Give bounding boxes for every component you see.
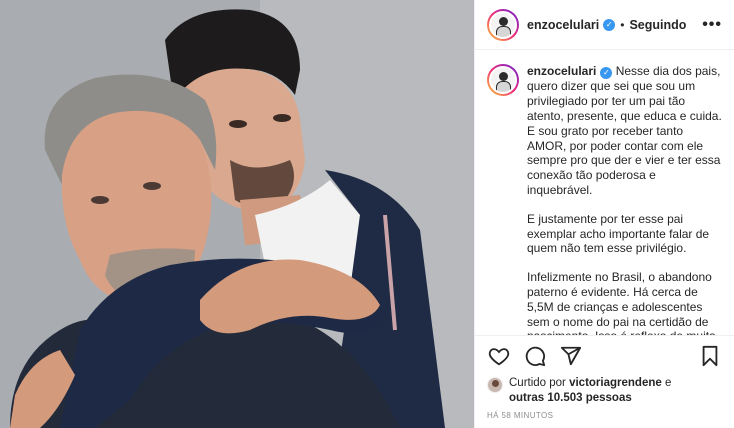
photo-illustration [0,0,474,428]
author-avatar-image [489,10,517,39]
comment-icon[interactable] [523,344,547,368]
action-bar [487,344,722,368]
post-timestamp[interactable]: HÁ 58 MINUTOS [487,411,722,420]
instagram-post: enzocelulari ✓ • Seguindo ••• enzocelula… [0,0,734,428]
post-header: enzocelulari ✓ • Seguindo ••• [475,0,734,50]
verified-badge-icon: ✓ [600,67,613,80]
likes-summary: Curtido por victoriagrendene e outras 10… [487,376,722,405]
likes-count-link[interactable]: outras 10.503 pessoas [509,392,632,404]
avatar-head-shape [499,16,508,26]
likes-connector: e [664,377,672,389]
avatar-head-shape [499,72,508,81]
caption-paragraph-2: E justamente por ter esse pai exemplar a… [527,211,710,256]
verified-badge-icon: ✓ [603,18,616,31]
post-actions-section: Curtido por victoriagrendene e outras 10… [475,335,734,428]
caption-avatar-image [489,66,517,94]
post-side-panel: enzocelulari ✓ • Seguindo ••• enzocelula… [474,0,734,428]
separator-dot: • [620,17,625,32]
bookmark-icon[interactable] [698,344,722,368]
following-button[interactable]: Seguindo [629,18,686,32]
caption-area: enzocelulari ✓ Nesse dia dos pais, quero … [475,50,734,335]
avatar-body-shape [496,25,511,37]
post-photo[interactable] [0,0,474,428]
bookmark-icon-graphic [702,345,718,367]
caption-username[interactable]: enzocelulari [527,64,596,78]
avatar-body-shape [496,81,511,92]
liker-avatar[interactable] [487,377,503,393]
likes-text: Curtido por victoriagrendene e outras 10… [509,376,671,405]
author-username[interactable]: enzocelulari [527,18,599,32]
caption-author-avatar[interactable] [487,64,519,96]
liker-username[interactable]: victoriagrendene [569,377,662,389]
caption-paragraph-1: enzocelulari ✓ Nesse dia dos pais, quero … [527,64,722,198]
post-caption: enzocelulari ✓ Nesse dia dos pais, quero … [527,64,722,335]
share-icon[interactable] [559,344,583,368]
author-avatar[interactable] [487,8,519,41]
caption-paragraph-3: Infelizmente no Brasil, o abandono pater… [527,270,716,335]
comment-icon-graphic [525,346,546,367]
likes-prefix: Curtido por [509,377,566,389]
more-options-icon[interactable]: ••• [702,16,722,34]
share-icon-graphic [560,346,582,366]
caption-text: Nesse dia dos pais, quero dizer que sei … [527,64,722,197]
heart-icon-graphic [488,348,510,366]
heart-icon[interactable] [487,344,511,368]
